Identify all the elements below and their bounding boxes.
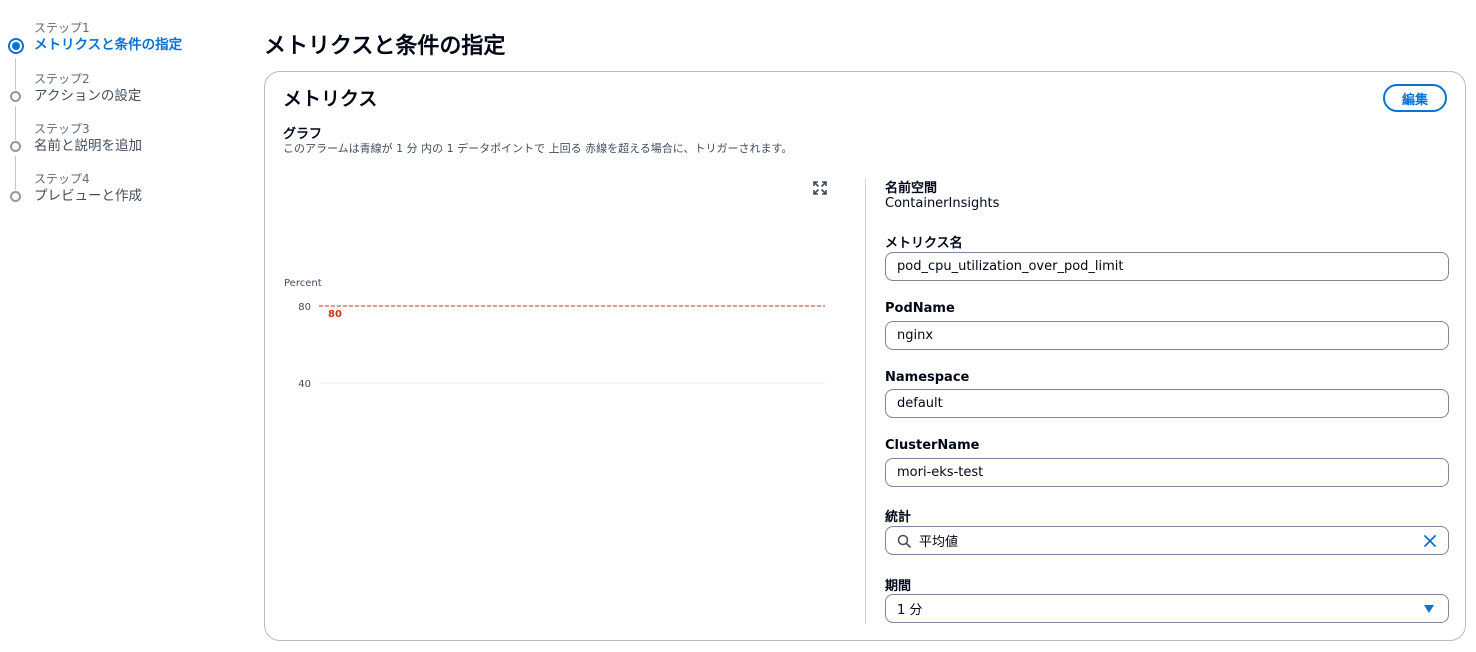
panel-divider (865, 178, 866, 624)
y-tick-label: 80 (298, 302, 311, 313)
step-label: プレビューと作成 (34, 188, 142, 204)
step-pending-icon (10, 191, 21, 202)
step-2[interactable]: ステップ2 アクションの設定 (0, 72, 240, 118)
caret-down-icon (1424, 605, 1434, 613)
y-axis-label: Percent (284, 278, 322, 289)
step-number: ステップ2 (34, 72, 90, 86)
step-number: ステップ4 (34, 172, 90, 186)
statistic-field[interactable]: 平均値 (885, 526, 1449, 555)
period-label: 期間 (885, 579, 912, 594)
step-label: 名前と説明を追加 (34, 138, 142, 154)
step-1[interactable]: ステップ1 メトリクスと条件の指定 (0, 21, 240, 67)
edit-button[interactable]: 編集 (1383, 84, 1447, 112)
namespace-value: ContainerInsights (885, 196, 1000, 211)
step-number: ステップ3 (34, 122, 90, 136)
wizard-steps: ステップ1 メトリクスと条件の指定 ステップ2 アクションの設定 ステップ3 名… (0, 0, 240, 652)
namespace-dim-value: default (897, 396, 943, 411)
step-pending-icon (10, 91, 21, 102)
step-active-icon (8, 38, 24, 54)
podname-value: nginx (897, 328, 934, 343)
metric-name-field[interactable]: pod_cpu_utilization_over_pod_limit (885, 252, 1449, 281)
expand-icon[interactable] (813, 181, 827, 195)
podname-field[interactable]: nginx (885, 321, 1449, 350)
threshold-label: 80 (328, 309, 342, 320)
statistic-label: 統計 (885, 510, 912, 525)
search-icon (897, 534, 911, 548)
namespace-label: 名前空間 (885, 181, 938, 196)
y-tick-label: 40 (298, 379, 311, 390)
panel-title: メトリクス (283, 88, 378, 110)
podname-label: PodName (885, 301, 955, 316)
metric-name-value: pod_cpu_utilization_over_pod_limit (897, 259, 1124, 274)
namespace-dim-label: Namespace (885, 370, 970, 385)
cluster-value: mori-eks-test (897, 465, 984, 480)
namespace-dim-field[interactable]: default (885, 389, 1449, 418)
page-title: メトリクスと条件の指定 (264, 34, 506, 59)
period-value: 1 分 (897, 603, 923, 618)
step-number: ステップ1 (34, 21, 90, 35)
cluster-field[interactable]: mori-eks-test (885, 458, 1449, 487)
metrics-panel: メトリクス 編集 グラフ このアラームは青線が 1 分 内の 1 データポイント… (264, 71, 1466, 641)
cluster-label: ClusterName (885, 438, 980, 453)
step-4[interactable]: ステップ4 プレビューと作成 (0, 172, 240, 218)
step-pending-icon (10, 141, 21, 152)
step-label: アクションの設定 (34, 88, 142, 104)
step-label: メトリクスと条件の指定 (34, 37, 183, 53)
clear-icon[interactable] (1423, 534, 1437, 548)
step-3[interactable]: ステップ3 名前と説明を追加 (0, 122, 240, 168)
statistic-value: 平均値 (919, 535, 959, 550)
metric-chart: Percent040808004:0004:3005:0005:3006:000… (284, 278, 825, 390)
period-select[interactable]: 1 分 (885, 594, 1449, 623)
metric-name-label: メトリクス名 (885, 236, 963, 251)
graph-description: このアラームは青線が 1 分 内の 1 データポイントで 上回る 赤線を超える場… (283, 142, 793, 155)
